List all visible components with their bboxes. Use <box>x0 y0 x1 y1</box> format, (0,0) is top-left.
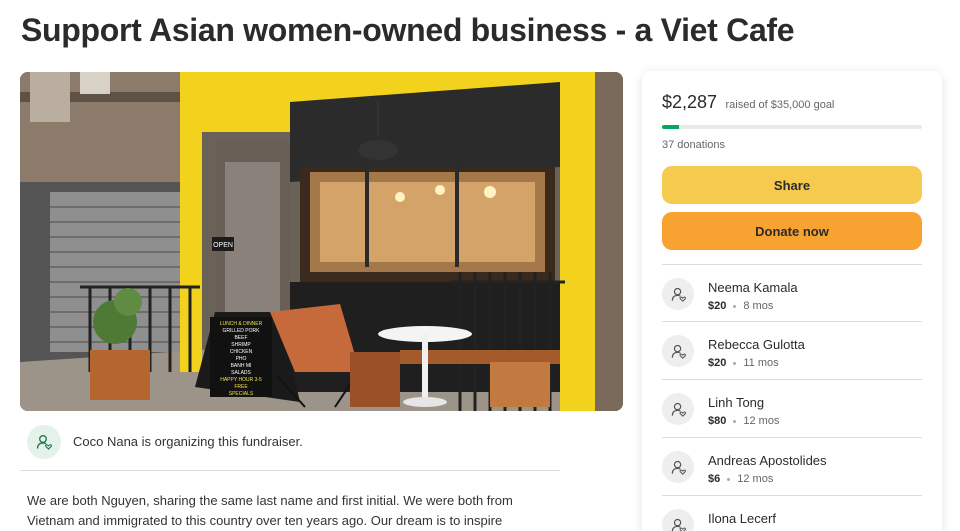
donor-name: Andreas Apostolides <box>708 453 827 468</box>
story-line: We are both Nguyen, sharing the same las… <box>27 493 513 508</box>
chalkboard-line: BEEF <box>234 335 247 341</box>
story-text: We are both Nguyen, sharing the same las… <box>27 491 587 531</box>
donor-name: Ilona Lecerf <box>708 511 776 526</box>
story-line: Vietnam and immigrated to this country o… <box>27 513 503 528</box>
user-heart-icon <box>662 393 694 425</box>
donor-meta: $80 12 mos <box>708 415 779 427</box>
donor-name: Neema Kamala <box>708 280 798 295</box>
donor-amount: $20 <box>708 300 727 312</box>
amount-raised: $2,287 <box>662 92 718 112</box>
share-button[interactable]: Share <box>662 166 922 204</box>
separator-dot <box>733 304 737 308</box>
chalkboard-line: PHO <box>236 356 247 362</box>
donor-meta: $20 11 mos <box>708 357 779 369</box>
chalkboard-line: FREE <box>234 384 248 390</box>
organizer-row: Coco Nana is organizing this fundraiser. <box>20 421 560 471</box>
progress-bar <box>662 125 922 129</box>
door-open-sign: OPEN <box>213 242 233 249</box>
donor-item: Ilona Lecerf <box>662 496 922 531</box>
donor-amount: $20 <box>708 357 727 369</box>
separator-dot <box>727 477 731 481</box>
donor-item: Neema Kamala $20 8 mos <box>662 264 922 322</box>
chalkboard-line: CHICKEN <box>230 349 253 355</box>
donor-time: 12 mos <box>737 473 774 485</box>
chalkboard-line: SALADS <box>231 370 251 376</box>
donor-list: Neema Kamala $20 8 mos Rebecca Gulotta $2… <box>662 264 922 531</box>
goal-text: raised of $35,000 goal <box>725 99 835 111</box>
donor-meta: $20 8 mos <box>708 300 773 312</box>
user-heart-icon <box>662 335 694 367</box>
donor-time: 12 mos <box>743 415 780 427</box>
donor-item: Rebecca Gulotta $20 11 mos <box>662 322 922 380</box>
chalkboard-line: GRILLED PORK <box>223 328 261 334</box>
donor-name: Rebecca Gulotta <box>708 337 805 352</box>
user-heart-icon <box>662 278 694 310</box>
donation-count[interactable]: 37 donations <box>662 139 725 151</box>
separator-dot <box>733 361 737 365</box>
chalkboard-line: SHRIMP <box>231 342 251 348</box>
user-heart-icon <box>27 425 61 459</box>
donate-now-button[interactable]: Donate now <box>662 212 922 250</box>
chalkboard-line: LUNCH & DINNER <box>220 321 263 327</box>
donor-time: 11 mos <box>743 357 779 369</box>
organizer-text: Coco Nana is organizing this fundraiser. <box>73 434 303 449</box>
cafe-storefront-photo: OPEN LUNCH & DINNER GRILLED PORK BEEF SH… <box>20 72 623 411</box>
donor-time: 8 mos <box>743 300 774 312</box>
chalkboard-line: HAPPY HOUR 3-5 <box>220 377 262 383</box>
chalkboard-line: BANH MI <box>231 363 252 369</box>
donor-meta: $6 12 mos <box>708 473 773 485</box>
page-title: Support Asian women-owned business - a V… <box>21 12 795 48</box>
donor-name: Linh Tong <box>708 395 765 410</box>
hero-image[interactable]: OPEN LUNCH & DINNER GRILLED PORK BEEF SH… <box>20 72 623 411</box>
donor-amount: $80 <box>708 415 727 427</box>
donation-card: $2,287 raised of $35,000 goal 37 donatio… <box>642 71 942 531</box>
user-heart-icon <box>662 451 694 483</box>
donor-item: Linh Tong $80 12 mos <box>662 380 922 438</box>
donor-amount: $6 <box>708 473 721 485</box>
separator-dot <box>733 419 737 423</box>
amount-raised-row: $2,287 raised of $35,000 goal <box>662 92 834 113</box>
user-heart-icon <box>662 509 694 531</box>
chalkboard-line: SPECIALS <box>229 391 254 397</box>
donor-item: Andreas Apostolides $6 12 mos <box>662 438 922 496</box>
progress-bar-fill <box>662 125 679 129</box>
